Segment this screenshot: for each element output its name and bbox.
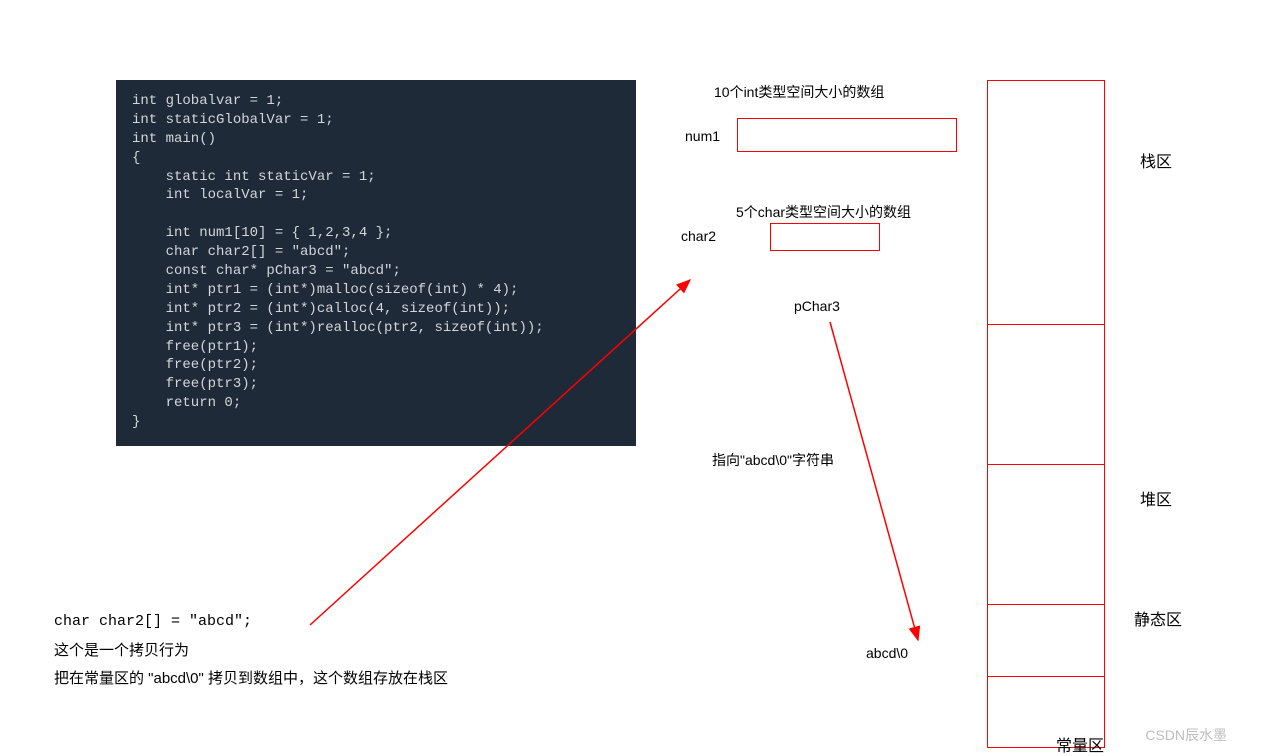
region-stack-label: 栈区 [1140, 148, 1172, 172]
int-array-label: 10个int类型空间大小的数组 [714, 82, 884, 102]
bottom-note-line1: char char2[] = "abcd"; [54, 608, 448, 637]
code-block: int globalvar = 1; int staticGlobalVar =… [116, 80, 636, 446]
num1-box [737, 118, 957, 152]
char2-label: char2 [681, 228, 716, 244]
memory-region-grid [987, 80, 1105, 748]
mem-cell-heap-upper [988, 325, 1104, 465]
mem-cell-static [988, 605, 1104, 677]
char-array-label: 5个char类型空间大小的数组 [736, 202, 911, 222]
region-const-label: 常量区 [1056, 732, 1104, 756]
num1-label: num1 [685, 128, 720, 144]
region-heap-label: 堆区 [1140, 486, 1172, 510]
mem-cell-stack [988, 81, 1104, 325]
bottom-note-line2: 这个是一个拷贝行为 [54, 637, 448, 666]
bottom-note: char char2[] = "abcd"; 这个是一个拷贝行为 把在常量区的 … [54, 608, 448, 694]
mem-cell-heap-lower [988, 465, 1104, 605]
abcd-text: abcd\0 [866, 645, 908, 661]
pchar3-label: pChar3 [794, 298, 840, 314]
bottom-note-line3: 把在常量区的 "abcd\0" 拷贝到数组中，这个数组存放在栈区 [54, 665, 448, 694]
watermark: CSDN辰水墨 [1145, 725, 1227, 745]
region-static-label: 静态区 [1134, 606, 1182, 630]
pchar3-points-to-label: 指向"abcd\0"字符串 [712, 450, 834, 470]
char2-box [770, 223, 880, 251]
